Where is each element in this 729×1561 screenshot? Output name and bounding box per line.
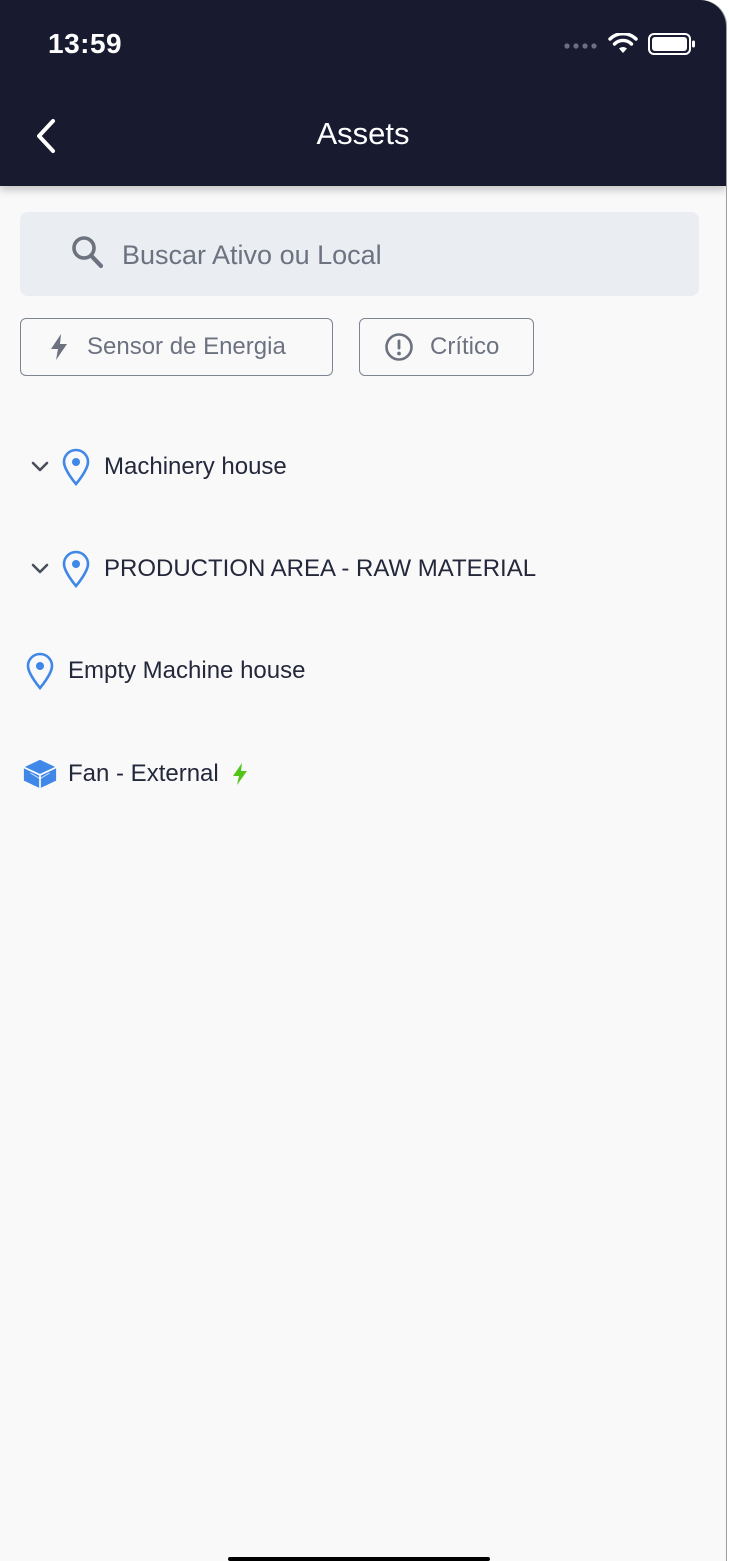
tree-item-label: Empty Machine house <box>68 657 306 684</box>
search-bar[interactable] <box>20 212 699 298</box>
tree-item-location[interactable]: PRODUCTION AREA - RAW MATERIAL <box>22 545 536 593</box>
energy-sensor-bolt-icon <box>231 762 249 786</box>
filter-energy-sensor-button[interactable]: Sensor de Energia <box>20 318 333 376</box>
tree-item-location[interactable]: Machinery house <box>22 443 287 491</box>
tree-item-label: Machinery house <box>104 453 287 480</box>
location-pin-icon <box>22 652 58 690</box>
filter-energy-sensor-label: Sensor de Energia <box>87 333 286 360</box>
filter-critical-label: Crítico <box>430 333 500 360</box>
signal-icon <box>564 37 598 55</box>
status-icons <box>564 31 696 60</box>
status-time: 13:59 <box>48 28 123 59</box>
chevron-down-icon[interactable] <box>22 461 58 473</box>
search-input[interactable] <box>120 212 684 298</box>
tree-item-label: PRODUCTION AREA - RAW MATERIAL <box>104 555 537 582</box>
tree-item-label: Fan - External <box>68 760 219 787</box>
location-pin-icon <box>58 550 94 588</box>
bolt-icon <box>49 333 69 361</box>
app-screen: 13:59 Assets Buscar Ativo ou Local Senso… <box>0 0 726 1561</box>
battery-icon <box>648 32 696 60</box>
location-pin-icon <box>58 448 94 486</box>
filter-critical-button[interactable]: Crítico <box>359 318 534 376</box>
page-title: Assets <box>316 116 410 151</box>
wifi-icon <box>608 31 638 60</box>
search-icon <box>70 234 106 277</box>
home-indicator <box>228 1557 490 1561</box>
component-cube-icon <box>22 757 58 791</box>
chevron-down-icon[interactable] <box>22 563 58 575</box>
tree-item-location[interactable]: Empty Machine house <box>22 647 305 695</box>
app-header: 13:59 Assets <box>0 0 726 186</box>
alert-circle-icon <box>384 332 414 362</box>
tree-item-component[interactable]: Fan - External <box>22 750 249 798</box>
